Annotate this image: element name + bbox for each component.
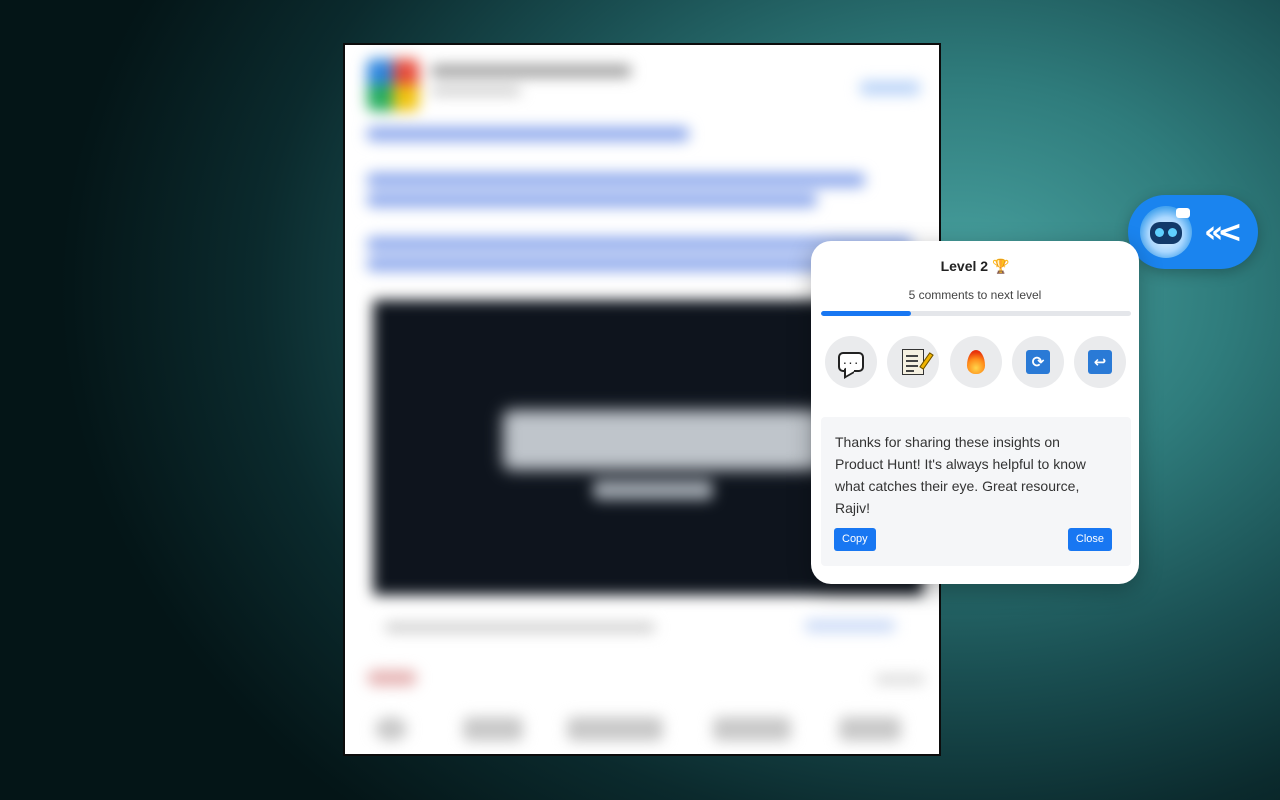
media-highlight — [593, 480, 713, 500]
fire-button[interactable] — [950, 336, 1002, 388]
post-author-avatar — [367, 59, 419, 111]
regenerate-button[interactable]: ⟳ — [1012, 336, 1064, 388]
post-follow-button — [860, 81, 920, 95]
robot-avatar-icon — [1140, 206, 1192, 258]
write-post-button[interactable] — [887, 336, 939, 388]
action-buttons-row: ··· ⟳ ↩ — [825, 336, 1127, 388]
post-text-line — [367, 173, 865, 187]
assistant-launcher[interactable]: «< — [1128, 195, 1258, 269]
level-title: Level 2 🏆 — [811, 258, 1139, 275]
speech-bubble-icon — [1176, 208, 1190, 218]
reply-button[interactable]: ↩ — [1074, 336, 1126, 388]
generated-reply-text: Thanks for sharing these insights on Pro… — [835, 434, 1086, 516]
level-progress-bar — [821, 311, 1131, 316]
comment-icon: ··· — [838, 352, 864, 372]
media-highlight — [503, 410, 823, 470]
level-progress-fill — [821, 311, 911, 316]
generated-reply-box: Thanks for sharing these insights on Pro… — [821, 417, 1131, 566]
trophy-icon: 🏆 — [991, 259, 1010, 275]
next-level-text: 5 comments to next level — [908, 288, 1042, 302]
robot-eye — [1168, 228, 1177, 237]
level-label: Level 2 — [940, 258, 989, 274]
close-button[interactable]: Close — [1067, 528, 1112, 551]
post-action-repost — [713, 717, 791, 741]
post-link-button — [805, 620, 895, 632]
post-action-comment — [567, 717, 663, 741]
memo-icon — [902, 349, 934, 375]
post-text-line — [367, 127, 689, 141]
robot-face — [1150, 222, 1182, 244]
post-author-meta — [431, 87, 521, 95]
return-icon: ↩ — [1088, 350, 1112, 374]
robot-eye — [1155, 228, 1164, 237]
generate-comment-button[interactable]: ··· — [825, 336, 877, 388]
post-text-line — [367, 193, 817, 207]
post-author-name — [431, 65, 631, 77]
copy-button[interactable]: Copy — [834, 528, 876, 551]
post-reactions — [367, 670, 417, 686]
post-link-caption — [385, 623, 655, 632]
post-action-send — [839, 717, 901, 741]
refresh-icon: ⟳ — [1026, 350, 1050, 374]
collapse-chevron-icon[interactable]: «< — [1204, 215, 1242, 250]
post-action-avatar — [375, 717, 407, 741]
assistant-panel: Level 2 🏆 5 comments to next level ··· ⟳… — [811, 241, 1139, 584]
fire-icon — [967, 350, 985, 374]
post-comment-count — [875, 675, 925, 684]
post-action-like — [463, 717, 523, 741]
